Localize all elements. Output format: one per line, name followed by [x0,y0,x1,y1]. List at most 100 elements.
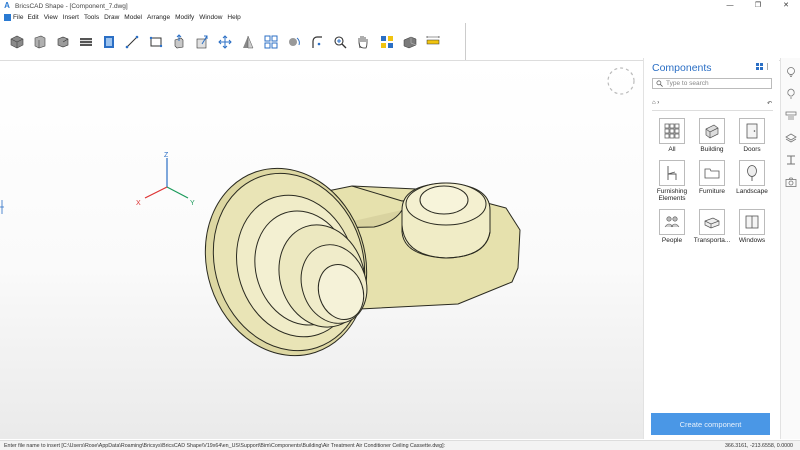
extrude-tool[interactable] [193,33,211,51]
building-icon [705,124,719,139]
tree-icon [747,164,757,181]
menu-window[interactable]: Window [199,14,222,21]
menu-arrange[interactable]: Arrange [147,14,170,21]
mirror-tool-icon [242,35,254,48]
breadcrumb: ⌂ › ↶ [652,98,772,108]
right-panel-rail [780,58,800,439]
window-icon [745,215,759,228]
properties-icon[interactable] [785,110,797,122]
mirror-tool[interactable] [239,33,257,51]
zoom-tool-icon [334,35,347,48]
cursor-coordinates: 366.3161, -213.6558, 0.0000 [724,442,793,449]
category-windows[interactable]: Windows [732,208,772,245]
view-compass-icon[interactable] [607,67,635,95]
folder-icon [704,168,720,178]
layers-icon[interactable] [785,132,797,144]
beam-icon[interactable] [785,154,797,166]
close-button[interactable]: ✕ [772,0,800,12]
line-tool[interactable] [123,33,141,51]
move-tool[interactable] [216,33,234,51]
back-icon[interactable]: ↶ [767,100,772,107]
menu-modify[interactable]: Modify [175,14,194,21]
box-tool[interactable] [54,33,72,51]
rotate-tool-icon [289,37,301,46]
grid-view-icon[interactable] [756,63,763,70]
create-component-button[interactable]: Create component [651,413,770,435]
menu-view[interactable]: View [44,14,58,21]
category-building[interactable]: Building [692,118,732,154]
solid-box-tool-icon [10,35,24,48]
push-pull-tool-icon [174,33,183,48]
bulb-outline-icon[interactable] [785,88,797,100]
people-icon [664,215,680,227]
menu-help[interactable]: Help [227,14,240,21]
category-label: Furniture [698,187,725,195]
move-tool-icon [218,34,232,49]
maximize-button[interactable]: ❐ [744,0,772,12]
view-mode-toggles [756,63,771,70]
breadcrumb-divider [652,110,773,111]
components-panel: Components Type to search ⌂ › ↶ All Buil… [643,58,779,439]
menu-bar: File Edit View Insert Tools Draw Model A… [0,12,800,23]
menu-insert[interactable]: Insert [63,14,79,21]
menu-edit[interactable]: Edit [27,14,38,21]
category-transportation[interactable]: Transporta... [692,208,732,245]
category-people[interactable]: People [652,208,692,245]
wall-tool-icon [80,37,93,46]
search-input[interactable]: Type to search [652,78,772,89]
app-logo-icon: A [4,1,10,10]
minimize-button[interactable]: — [716,0,744,12]
rectangle-tool-icon [149,36,162,47]
fillet-tool-icon [312,35,323,48]
search-icon [656,80,663,87]
slab-tool[interactable] [100,33,118,51]
menu-file-label: File [13,14,24,21]
ucs-axis-icon: Z X Y [136,152,195,207]
lightbulb-icon[interactable] [785,66,797,78]
file-menu-icon [4,14,11,21]
breadcrumb-separator: › [657,100,660,106]
menu-model[interactable]: Model [124,14,142,21]
menu-file[interactable]: File [4,14,23,21]
3d-model[interactable] [182,147,521,377]
category-label: Furnishing Elements [656,187,688,203]
rectangle-tool[interactable] [147,33,165,51]
list-view-icon[interactable] [767,63,771,70]
category-furnishing-elements[interactable]: Furnishing Elements [652,159,692,203]
select-tool[interactable] [378,33,396,51]
category-label: All [668,146,676,153]
category-label: People [661,236,683,244]
fillet-tool[interactable] [308,33,326,51]
pan-tool-icon [359,35,368,48]
category-label: Transporta... [693,236,731,244]
cylinder-tool-icon [34,35,46,48]
menu-tools[interactable]: Tools [84,14,99,21]
rotate-tool[interactable] [285,33,303,51]
axis-label-y: Y [190,200,195,207]
category-furniture[interactable]: Furniture [692,159,732,203]
category-all[interactable]: All [652,118,692,154]
wall-tool[interactable] [77,33,95,51]
cylinder-tool[interactable] [31,33,49,51]
category-landscape[interactable]: Landscape [732,159,772,203]
category-label: Doors [743,146,761,153]
render-tool[interactable] [401,33,419,51]
box-tool-icon [57,36,69,47]
push-pull-tool[interactable] [170,33,188,51]
zoom-tool[interactable] [331,33,349,51]
grid-icon [664,123,680,139]
component-categories: All Building Doors Furnishing Elements F… [652,118,772,244]
pan-tool[interactable] [354,33,372,51]
title-bar: A BricsCAD Shape - [Component_7.dwg] — ❐… [0,0,800,12]
menu-draw[interactable]: Draw [104,14,119,21]
measure-tool[interactable] [424,33,442,51]
chair-icon [667,165,677,180]
home-icon[interactable]: ⌂ [652,100,656,106]
camera-icon[interactable] [785,176,797,188]
category-doors[interactable]: Doors [732,118,772,154]
array-tool[interactable] [262,33,280,51]
slab-tool-icon [104,35,115,48]
origin-marker-icon [0,200,4,214]
model-viewport[interactable]: Z X Y [0,61,643,439]
solid-box-tool[interactable] [8,33,26,51]
